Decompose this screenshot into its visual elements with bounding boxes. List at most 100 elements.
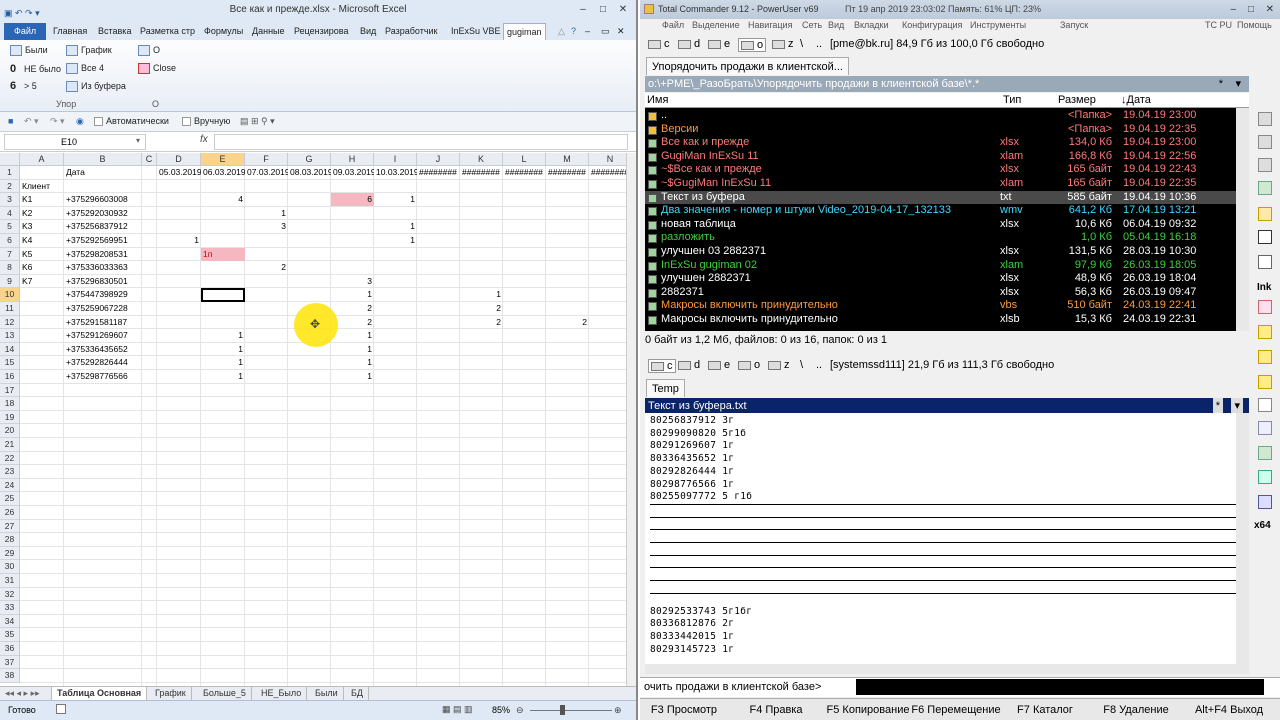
history-icon[interactable]: * [1212,398,1223,414]
history-icon[interactable]: * [1219,76,1223,92]
col-header-H[interactable]: H [331,153,374,166]
path-dropdown-icon[interactable]: ▾ [1231,398,1243,414]
box-icon[interactable] [1258,375,1272,389]
btn-gt5[interactable]: > 5 [24,81,37,91]
tab-home[interactable]: Главная [50,23,90,40]
file-row[interactable]: улучшен 2882371 xlsx 48,9 Кб 26.03.19 18:04 [645,272,1249,286]
cell-B11[interactable]: +375259067228 [64,302,142,315]
cell-A7[interactable]: K5 [20,248,64,261]
name-box[interactable]: E10 [4,134,146,150]
maximize-icon[interactable]: □ [594,2,612,17]
cell-I6[interactable]: 1 [374,234,417,247]
row-header-18[interactable]: 18 [0,397,20,411]
row-header-26[interactable]: 26 [0,506,20,520]
tab-file[interactable]: Файл [4,23,47,40]
formula-input[interactable] [214,134,628,150]
f3-view-button[interactable]: F3 Просмотр [644,701,724,719]
row-header-21[interactable]: 21 [0,438,20,452]
cell-B13[interactable]: +375291269607 [64,329,142,342]
cell-H14[interactable]: 1 [331,343,374,356]
sheet-tab-bolshe5[interactable]: Больше_5 [198,687,252,700]
cell-B8[interactable]: +375336033363 [64,261,142,274]
row-header-35[interactable]: 35 [0,628,20,642]
cell-A6[interactable]: K4 [20,234,64,247]
command-input[interactable] [856,679,1264,695]
path-dropdown-icon[interactable]: ▾ [1235,76,1241,92]
minimize-icon[interactable]: – [574,2,592,17]
tab-insert[interactable]: Вставка [95,23,134,40]
root-button[interactable]: \ [800,359,803,371]
file-row[interactable]: улучшен 03 2882371 xlsx 131,5 Кб 28.03.19 1… [645,245,1249,259]
tab-developer[interactable]: Разработчик [382,23,440,40]
tc-minimize-icon[interactable]: – [1230,0,1236,19]
cell-F5[interactable]: 3 [245,220,288,233]
file-row[interactable]: ~$Все как и прежде xlsx 165 байт 19.04.19 2… [645,163,1249,177]
drive-e[interactable]: e [708,359,730,371]
col-size[interactable]: Размер [1058,94,1096,106]
cell-L1[interactable]: ######## [503,166,546,179]
cell-B14[interactable]: +375336435652 [64,343,142,356]
tab-review[interactable]: Рецензирова [291,23,352,40]
sheet-tab-grafik[interactable]: График [150,687,192,700]
help-icon[interactable]: ? [568,23,579,40]
row-header-36[interactable]: 36 [0,642,20,656]
cell-E16[interactable]: 1 [201,370,245,383]
right-panel-tab[interactable]: Temp [646,379,685,397]
drive-z[interactable]: z [768,359,790,371]
left-file-panel[interactable]: Имя Тип Размер ↓Дата .. <Папка> 19.04.19 2… [645,93,1249,331]
cell-H10[interactable]: 1 [331,288,374,301]
cell-K12[interactable]: 2 [460,316,503,329]
row-header-27[interactable]: 27 [0,519,20,534]
sheet-tab-bd[interactable]: БД [346,687,370,700]
btn-vse4[interactable]: Все 4 [66,63,104,75]
col-header-N[interactable]: N [589,153,626,166]
row-header-15[interactable]: 15 [0,356,20,370]
file-row[interactable]: GugiMan InExSu 11 xlam 166,8 Кб 19.04.19 22… [645,150,1249,164]
cell-B1[interactable]: Дата [64,166,142,179]
row-header-12[interactable]: 12 [0,315,20,330]
file-row[interactable]: Все как и прежде xlsx 134,0 Кб 19.04.19 23:… [645,136,1249,150]
row-header-20[interactable]: 20 [0,424,20,438]
ink-label[interactable]: Ink [1257,282,1271,293]
row-header-24[interactable]: 24 [0,478,20,493]
col-header-K[interactable]: K [460,153,503,166]
f7-mkdir-button[interactable]: F7 Каталог [1008,701,1082,719]
cell-F4[interactable]: 1 [245,207,288,220]
col-header-B[interactable]: B [64,153,142,166]
left-panel-tab[interactable]: Упорядочить продажи в клиентской... [646,57,849,75]
menu-launch[interactable]: Запуск [1060,20,1088,30]
file-row[interactable]: 2882371 xlsx 56,3 Кб 26.03.19 09:47 [645,286,1249,300]
file-row[interactable]: новая таблица xlsx 10,6 Кб 06.04.19 09:32 [645,218,1249,232]
green-tool-icon[interactable] [1258,446,1272,460]
row-header-14[interactable]: 14 [0,342,20,357]
cell-H11[interactable]: 2 [331,302,374,315]
row-header-32[interactable]: 32 [0,587,20,602]
cell-K10[interactable]: 1 [460,288,503,301]
arrow-left-icon[interactable] [1258,112,1272,126]
f5-copy-button[interactable]: F5 Копирование [822,701,914,719]
row-header-6[interactable]: 6 [0,234,20,248]
drive-e[interactable]: e [708,38,730,50]
col-header-I[interactable]: I [374,153,417,166]
cell-F8[interactable]: 2 [245,261,288,274]
menu-tools[interactable]: Инструменты [970,20,1026,30]
root-button[interactable]: \ [800,38,803,50]
row-header-33[interactable]: 33 [0,601,20,615]
cell-B9[interactable]: +375296830501 [64,275,142,288]
active-cell-E10[interactable] [201,288,245,303]
ribbon-restore-icon[interactable]: ▭ [598,23,613,40]
row-header-28[interactable]: 28 [0,533,20,547]
file-row[interactable]: разложить 1,0 Кб 05.04.19 16:18 [645,231,1249,245]
viewer-hscrollbar[interactable] [645,664,1236,674]
file-row[interactable]: Два значения - номер и штуки Video_2019-… [645,204,1249,218]
col-header-G[interactable]: G [288,153,331,166]
file-row[interactable]: Текст из буфера txt 585 байт 19.04.19 10:36 [645,190,1249,205]
col-date[interactable]: ↓Дата [1121,94,1151,106]
menu-view[interactable]: Вид [828,20,844,30]
col-header-L[interactable]: L [503,153,546,166]
col-header-J[interactable]: J [417,153,460,166]
drive-d[interactable]: d [678,359,700,371]
bookmark-icon[interactable] [1258,300,1272,314]
ribbon-close-icon[interactable]: ✕ [614,23,628,40]
cell-K1[interactable]: ######## [460,166,503,179]
